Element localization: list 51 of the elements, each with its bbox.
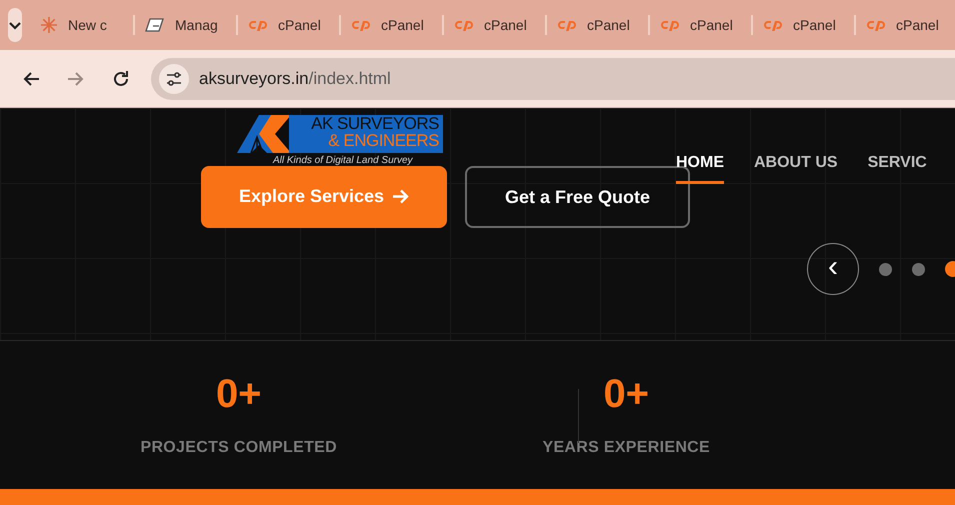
cpanel-icon bbox=[866, 18, 886, 32]
logo-tagline: All Kinds of Digital Land Survey bbox=[273, 154, 413, 168]
browser-tab[interactable]: cPanel bbox=[236, 15, 339, 35]
tab-title: cPanel bbox=[381, 16, 424, 34]
stat-label: YEARS EXPERIENCE bbox=[542, 438, 710, 458]
cpanel-icon bbox=[351, 18, 371, 32]
cpanel-icon bbox=[660, 18, 680, 32]
slide-dot[interactable] bbox=[912, 262, 925, 276]
browser-tab[interactable]: cPanel bbox=[751, 15, 854, 35]
tab-title: cPanel bbox=[278, 16, 321, 34]
browser-tab[interactable]: New c bbox=[30, 15, 133, 35]
browser-tab[interactable]: cPanel bbox=[339, 15, 442, 35]
arrow-right-icon bbox=[392, 189, 410, 204]
url-text: aksurveyors.in/index.html bbox=[199, 68, 391, 90]
reload-icon bbox=[112, 70, 130, 88]
browser-tab[interactable]: cPanel bbox=[648, 15, 751, 35]
sparkle-icon bbox=[40, 16, 58, 34]
drive-icon bbox=[145, 17, 165, 33]
address-bar[interactable]: aksurveyors.in/index.html bbox=[151, 58, 955, 100]
forward-arrow-icon bbox=[67, 70, 85, 86]
back-arrow-icon bbox=[22, 70, 40, 86]
logo-subtitle: & ENGINEERS bbox=[328, 132, 439, 149]
stat-value: 0+ bbox=[216, 374, 262, 414]
nav-link[interactable]: HOME bbox=[676, 151, 724, 184]
tab-title: cPanel bbox=[690, 16, 733, 34]
stat-label: PROJECTS COMPLETED bbox=[140, 438, 338, 458]
cpanel-icon bbox=[557, 18, 577, 32]
browser-tab[interactable]: cPanel bbox=[545, 15, 648, 35]
tab-title: cPanel bbox=[793, 16, 836, 34]
browser-tab[interactable]: Manag bbox=[133, 15, 236, 35]
nav-link[interactable]: ABOUT US bbox=[754, 151, 838, 184]
site-info-button[interactable] bbox=[159, 64, 189, 94]
free-quote-button[interactable]: Get a Free Quote bbox=[465, 166, 690, 228]
chevron-down-icon bbox=[8, 20, 22, 30]
nav-link[interactable]: SERVIC bbox=[868, 151, 927, 184]
slide-dot[interactable] bbox=[879, 262, 892, 276]
tune-icon bbox=[166, 72, 182, 86]
cpanel-icon bbox=[248, 18, 268, 32]
tab-title: cPanel bbox=[896, 16, 939, 34]
tab-title: New c bbox=[68, 16, 107, 34]
logo-title: AK SURVEYORS bbox=[311, 115, 439, 132]
tab-title: Manag bbox=[175, 16, 218, 35]
tab-list-button[interactable] bbox=[8, 8, 22, 42]
cpanel-icon bbox=[454, 18, 474, 32]
previous-slide-button[interactable]: ‹ bbox=[807, 243, 859, 295]
tab-title: cPanel bbox=[587, 16, 630, 34]
cpanel-icon bbox=[763, 18, 783, 32]
tab-title: cPanel bbox=[484, 16, 527, 34]
browser-tab[interactable]: cPanel bbox=[442, 15, 545, 35]
browser-tab[interactable]: cPanel bbox=[854, 15, 955, 35]
stat-value: 0+ bbox=[603, 374, 650, 414]
